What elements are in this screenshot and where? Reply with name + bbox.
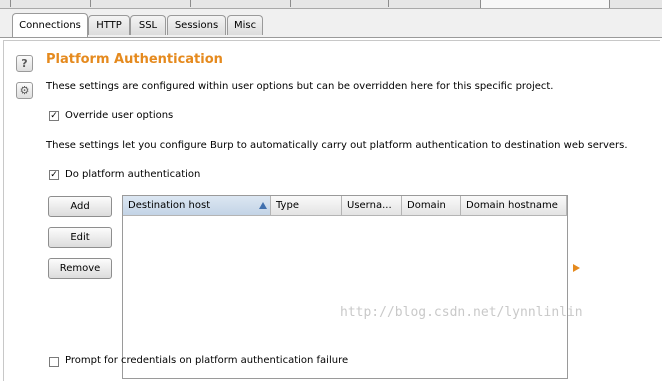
sort-ascending-icon (259, 202, 267, 209)
main-tab-selected[interactable] (480, 0, 610, 8)
column-label: Destination host (128, 200, 211, 211)
tab-sessions[interactable]: Sessions (167, 15, 226, 35)
tab-divider (90, 0, 91, 7)
add-button[interactable]: Add (48, 196, 112, 217)
expand-arrow-icon[interactable] (573, 264, 580, 272)
prompt-credentials-label[interactable]: Prompt for credentials on platform authe… (65, 355, 348, 366)
tab-divider (290, 0, 291, 7)
edit-button[interactable]: Edit (48, 227, 112, 248)
remove-button[interactable]: Remove (48, 258, 112, 279)
override-user-options-label[interactable]: Override user options (65, 110, 173, 121)
gear-icon[interactable]: ⚙ (16, 82, 33, 99)
options-tab-bar: Connections HTTP SSL Sessions Misc (0, 9, 662, 38)
info-text: These settings let you configure Burp to… (46, 140, 628, 151)
tab-http[interactable]: HTTP (88, 15, 130, 35)
tab-divider (190, 0, 191, 7)
help-icon[interactable]: ? (16, 55, 33, 72)
watermark: http://blog.csdn.net/lynnlinlin (340, 305, 583, 320)
table-header: Destination host Type Userna... Domain D… (123, 196, 567, 216)
column-type[interactable]: Type (271, 196, 342, 215)
column-username[interactable]: Userna... (342, 196, 402, 215)
column-domain-hostname[interactable]: Domain hostname (461, 196, 567, 215)
platform-auth-table[interactable]: Destination host Type Userna... Domain D… (122, 195, 568, 379)
tab-divider (10, 0, 11, 7)
connections-panel: ? ⚙ Platform Authentication These settin… (0, 38, 662, 381)
tab-divider (388, 0, 389, 7)
column-domain[interactable]: Domain (402, 196, 461, 215)
override-user-options-checkbox[interactable]: ✓ (49, 111, 59, 121)
tab-misc[interactable]: Misc (227, 15, 263, 35)
section-description: These settings are configured within use… (46, 81, 554, 92)
tab-connections[interactable]: Connections (12, 13, 88, 37)
main-tab-strip (0, 0, 662, 9)
prompt-credentials-checkbox[interactable] (49, 357, 59, 367)
do-platform-auth-label[interactable]: Do platform authentication (65, 169, 200, 180)
section-title: Platform Authentication (46, 52, 223, 67)
tab-ssl[interactable]: SSL (130, 15, 166, 35)
do-platform-auth-checkbox[interactable]: ✓ (49, 170, 59, 180)
column-destination-host[interactable]: Destination host (123, 196, 271, 215)
